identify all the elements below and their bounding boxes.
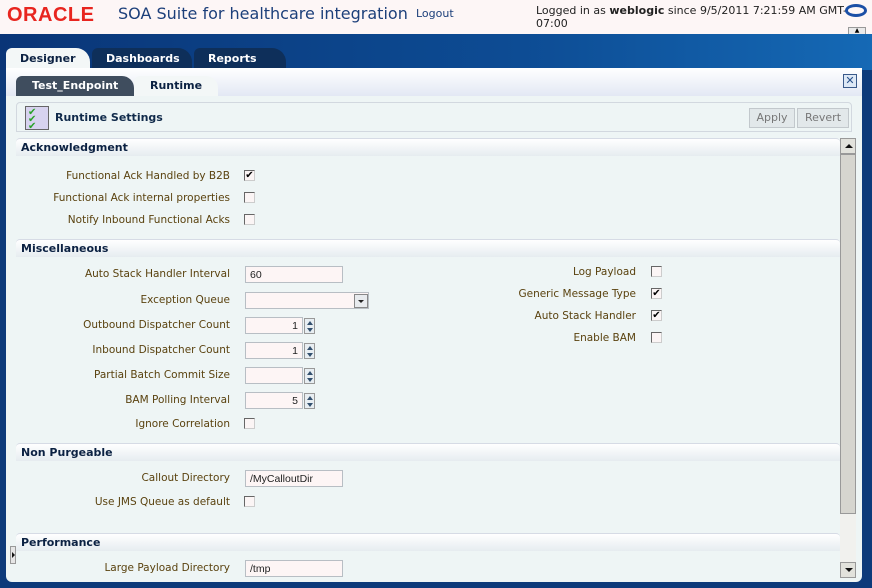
large-payload-dir-input[interactable] <box>245 560 343 577</box>
label-enable-bam: Enable BAM <box>573 332 636 344</box>
product-title: SOA Suite for healthcare integration <box>118 4 408 23</box>
chevron-down-icon[interactable] <box>354 294 368 308</box>
logout-link[interactable]: Logout <box>416 7 454 20</box>
settings-scroll-area: Acknowledgment Functional Ack Handled by… <box>16 138 840 578</box>
apply-button[interactable]: Apply <box>749 108 795 128</box>
section-non-purgeable: Non Purgeable <box>16 443 840 461</box>
sub-tab-bar: Test_Endpoint Runtime ✕ <box>6 68 862 96</box>
bam-polling-input[interactable] <box>245 392 303 409</box>
content-panel: Test_Endpoint Runtime ✕ ✔ ✔ ✔ Runtime Sett… <box>6 68 862 582</box>
checkbox-generic-message-type[interactable]: ✔ <box>651 288 662 299</box>
checkbox-auto-stack-handler[interactable]: ✔ <box>651 310 662 321</box>
tab-designer[interactable]: Designer <box>6 48 90 70</box>
label-use-jms: Use JMS Queue as default <box>94 496 230 508</box>
callout-directory-input[interactable] <box>245 470 343 487</box>
outbound-count-input[interactable] <box>245 317 303 334</box>
auto-stack-interval-input[interactable] <box>245 266 343 283</box>
checkbox-log-payload[interactable] <box>651 266 662 277</box>
label-large-payload-dir: Large Payload Directory <box>104 562 230 574</box>
label-notify-inbound: Notify Inbound Functional Acks <box>67 214 230 226</box>
label-log-payload: Log Payload <box>572 266 636 278</box>
oracle-o-icon <box>845 4 867 17</box>
label-bam-polling: BAM Polling Interval <box>125 394 230 406</box>
top-header: ORACLE SOA Suite for healthcare integrat… <box>0 0 872 35</box>
checkbox-notify-inbound[interactable] <box>244 214 255 225</box>
label-inbound-count: Inbound Dispatcher Count <box>92 344 230 356</box>
checkbox-ignore-correlation[interactable] <box>244 418 255 429</box>
section-performance: Performance <box>16 533 840 551</box>
tab-reports[interactable]: Reports <box>194 48 286 70</box>
section-miscellaneous: Miscellaneous <box>16 239 840 257</box>
tab-dashboards[interactable]: Dashboards <box>92 48 192 70</box>
partial-batch-stepper[interactable] <box>304 368 315 384</box>
label-partial-batch: Partial Batch Commit Size <box>94 369 230 381</box>
login-info: Logged in as weblogic since 9/5/2011 7:2… <box>536 4 847 30</box>
label-callout-directory: Callout Directory <box>141 472 230 484</box>
bam-polling-stepper[interactable] <box>304 393 315 409</box>
section-acknowledgment: Acknowledgment <box>16 138 840 156</box>
checkbox-enable-bam[interactable] <box>651 332 662 343</box>
page-title: Runtime Settings <box>55 111 163 124</box>
username: weblogic <box>609 4 665 17</box>
checkbox-use-jms[interactable] <box>244 496 255 507</box>
label-ignore-correlation: Ignore Correlation <box>135 418 230 430</box>
tab-runtime[interactable]: Runtime <box>134 76 219 96</box>
label-generic-message-type: Generic Message Type <box>518 288 636 300</box>
inbound-count-stepper[interactable] <box>304 343 315 359</box>
scroll-down-button[interactable] <box>840 562 856 578</box>
partial-batch-input[interactable] <box>245 367 303 384</box>
checklist-icon: ✔ ✔ ✔ <box>25 106 49 132</box>
label-auto-stack-handler: Auto Stack Handler <box>534 310 636 322</box>
expand-side-panel-handle[interactable] <box>10 546 16 564</box>
label-func-ack-internal: Functional Ack internal properties <box>53 192 230 204</box>
oracle-logo: ORACLE <box>7 4 95 26</box>
label-auto-stack-interval: Auto Stack Handler Interval <box>84 268 230 280</box>
label-exception-queue: Exception Queue <box>140 294 230 306</box>
outbound-count-stepper[interactable] <box>304 318 315 334</box>
checkbox-func-ack-b2b[interactable]: ✔ <box>244 170 255 181</box>
scroll-up-button[interactable] <box>840 138 856 154</box>
tab-test-endpoint[interactable]: Test_Endpoint <box>16 76 135 96</box>
label-outbound-count: Outbound Dispatcher Count <box>83 319 230 331</box>
checkbox-func-ack-internal[interactable] <box>244 192 255 203</box>
vertical-scrollbar[interactable] <box>840 138 856 578</box>
inbound-count-input[interactable] <box>245 342 303 359</box>
runtime-toolbar: ✔ ✔ ✔ Runtime Settings Apply Revert <box>16 102 852 132</box>
close-icon[interactable]: ✕ <box>843 74 857 88</box>
revert-button[interactable]: Revert <box>797 108 849 128</box>
scroll-thumb[interactable] <box>840 154 856 514</box>
label-func-ack-b2b: Functional Ack Handled by B2B <box>66 170 230 182</box>
exception-queue-select[interactable] <box>245 292 369 309</box>
